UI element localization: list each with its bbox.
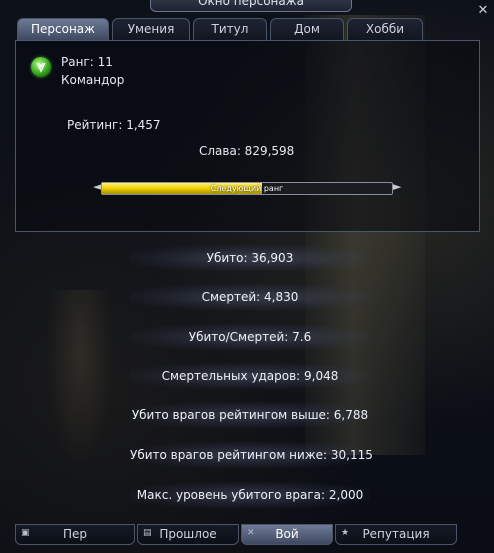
window-title[interactable]: Окно персонажа <box>150 0 352 12</box>
stat-kills-higher-rank: Убито врагов рейтингом выше: 6,788 <box>130 402 370 428</box>
stat-max-enemy-level: Макс. уровень убитого врага: 2,000 <box>130 482 370 508</box>
tab-hobby[interactable]: Хобби <box>347 18 423 40</box>
tab-title[interactable]: Титул <box>193 18 267 40</box>
stat-killing-blows: Смертельных ударов: 9,048 <box>130 363 370 389</box>
bottom-tab-war[interactable]: ✕ Вой <box>241 524 333 545</box>
rank-title: Командор <box>61 73 125 87</box>
bottom-tab-label: Пер <box>62 527 88 541</box>
next-rank-progress: ◄ Следующий ранг ► <box>93 179 401 197</box>
bottom-tab-past[interactable]: ▤ Прошлое <box>137 524 239 545</box>
tab-character[interactable]: Персонаж <box>17 18 109 40</box>
close-icon[interactable]: ✕ <box>476 4 490 18</box>
bottom-tab-label: Вой <box>275 527 299 541</box>
fame-value: Слава: 829,598 <box>199 144 295 158</box>
stat-kills-lower-rank: Убито врагов рейтингом ниже: 30,115 <box>130 442 373 468</box>
stat-kills: Убито: 36,903 <box>130 245 370 271</box>
bottom-tab-char[interactable]: ▣ Пер <box>15 524 135 545</box>
background-figure <box>40 290 120 490</box>
rank-value: Ранг: 11 <box>61 55 113 69</box>
tab-house[interactable]: Дом <box>270 18 344 40</box>
bottom-tab-reputation[interactable]: ★ Репутация <box>335 524 457 545</box>
rating-value: Рейтинг: 1,457 <box>67 118 161 132</box>
character-window: Окно персонажа ✕ Персонаж Умения Титул Д… <box>0 0 494 553</box>
progress-label: Следующий ранг <box>210 184 284 193</box>
stat-deaths: Смертей: 4,830 <box>130 284 370 310</box>
tab-skills[interactable]: Умения <box>112 18 190 40</box>
bottom-tab-label: Репутация <box>362 527 430 541</box>
progress-track: Следующий ранг <box>101 182 393 195</box>
rank-panel: Ранг: 11 Командор Рейтинг: 1,457 Слава: … <box>15 40 480 232</box>
stat-kd-ratio: Убито/Смертей: 7.6 <box>130 324 370 350</box>
bottom-tab-label: Прошлое <box>159 527 217 541</box>
bar-right-cap-icon: ► <box>393 180 402 193</box>
rank-badge-icon <box>31 57 51 77</box>
